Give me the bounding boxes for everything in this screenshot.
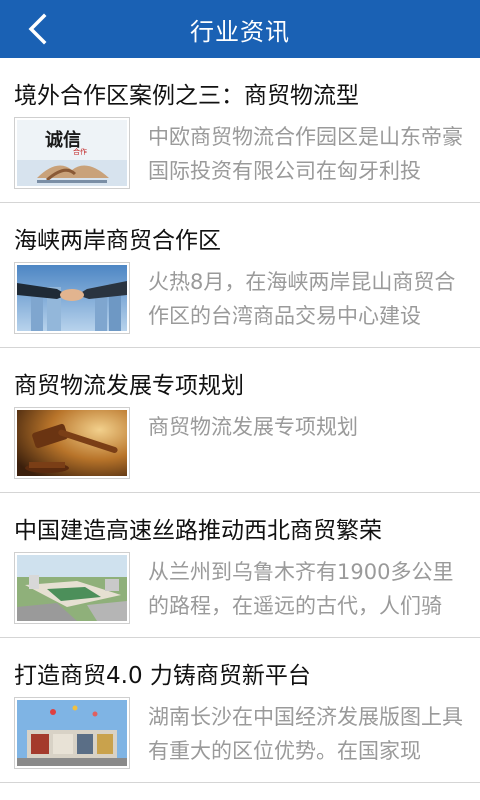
news-summary: 湖南长沙在中国经济发展版图上具有重大的区位优势。在国家现 (148, 705, 463, 763)
news-summary: 从兰州到乌鲁木齐有1900多公里的路程，在遥远的古代，人们骑 (148, 560, 454, 618)
news-summary: 商贸物流发展专项规划 (148, 415, 358, 439)
handshake-integrity-image: 诚信 合作 (17, 120, 127, 186)
news-item[interactable]: 海峡两岸商贸合作区 火热8月，在海峡两岸昆山商贸合作区的台湾商品交易中心建设 (0, 203, 480, 348)
page-title: 行业资讯 (190, 17, 290, 46)
news-item[interactable]: 中国建造高速丝路推动西北商贸繁荣 从兰州到乌鲁木齐有1900多公里的路程，在遥远… (0, 493, 480, 638)
news-title: 境外合作区案例之三：商贸物流型 (14, 83, 359, 109)
news-thumbnail: 诚信 合作 (14, 117, 130, 189)
news-thumbnail (14, 262, 130, 334)
news-summary: 火热8月，在海峡两岸昆山商贸合作区的台湾商品交易中心建设 (148, 270, 456, 328)
app-header: 行业资讯 (0, 0, 480, 58)
news-thumbnail (14, 407, 130, 479)
aerial-city-image (17, 555, 127, 621)
gavel-image (17, 410, 127, 476)
business-handshake-image (17, 265, 127, 331)
news-thumbnail (14, 697, 130, 769)
news-title: 商贸物流发展专项规划 (14, 373, 244, 399)
news-item[interactable]: 境外合作区案例之三：商贸物流型 诚信 合作 中欧商贸物流合作园区是山东帝豪国际投… (0, 58, 480, 203)
news-title: 打造商贸4.0 力铸商贸新平台 (14, 663, 311, 689)
news-summary: 中欧商贸物流合作园区是山东帝豪国际投资有限公司在匈牙利投 (148, 125, 463, 183)
news-title: 中国建造高速丝路推动西北商贸繁荣 (14, 518, 382, 544)
chevron-left-icon (28, 13, 47, 45)
news-thumbnail (14, 552, 130, 624)
news-list: 境外合作区案例之三：商贸物流型 诚信 合作 中欧商贸物流合作园区是山东帝豪国际投… (0, 58, 480, 783)
news-title: 海峡两岸商贸合作区 (14, 228, 221, 254)
back-button[interactable] (20, 12, 54, 46)
news-item[interactable]: 打造商贸4.0 力铸商贸新平台 湖南长沙在中国经济发展版图上具有重大的区位优势。… (0, 638, 480, 783)
news-item[interactable]: 商贸物流发展专项规划 商贸物流发展专项规划 (0, 348, 480, 493)
thumb-logo-subtext: 合作 (73, 147, 87, 156)
shopping-plaza-image (17, 700, 127, 766)
